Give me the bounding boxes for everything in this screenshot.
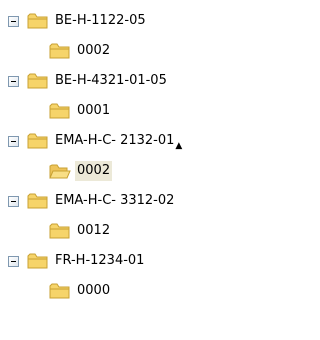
collapse-toggle-icon[interactable] xyxy=(8,75,19,87)
collapse-toggle-icon[interactable] xyxy=(8,195,19,207)
tree-child-0000[interactable]: 0000 xyxy=(49,276,112,306)
folder-open-icon xyxy=(49,164,71,179)
folder-icon xyxy=(27,133,48,149)
folder-icon xyxy=(49,103,70,119)
folder-icon xyxy=(27,253,48,269)
tree-node-label[interactable]: BE-H-4321-01-05 xyxy=(53,71,169,91)
folder-icon xyxy=(49,43,70,59)
tree-child-0002-selected[interactable]: 0002 xyxy=(49,156,113,186)
tree-node-label[interactable]: FR-H-1234-01 xyxy=(53,251,146,271)
collapse-toggle-icon[interactable] xyxy=(8,255,19,267)
tree-node-label[interactable]: EMA-H-C- 2132-01 xyxy=(53,131,176,151)
tree-node-be-h-1122-05[interactable]: BE-H-1122-05 xyxy=(8,6,148,36)
tree-child-0002[interactable]: 0002 xyxy=(49,36,112,66)
tree-node-ema-h-c-2132-01[interactable]: EMA-H-C- 2132-01 ▲ xyxy=(8,126,182,156)
folder-icon xyxy=(27,193,48,209)
tree-child-0012[interactable]: 0012 xyxy=(49,216,112,246)
collapse-toggle-icon[interactable] xyxy=(8,15,19,27)
tree-node-fr-h-1234-01[interactable]: FR-H-1234-01 xyxy=(8,246,146,276)
tree-child-label[interactable]: 0000 xyxy=(75,281,112,301)
folder-icon xyxy=(27,73,48,89)
tree-child-label[interactable]: 0001 xyxy=(75,101,112,121)
tree-child-label-selected[interactable]: 0002 xyxy=(75,161,113,181)
folder-icon xyxy=(49,283,70,299)
folder-tree: BE-H-1122-05 0002 BE-H-4321-01-05 0001 E… xyxy=(0,0,265,340)
tree-child-label[interactable]: 0012 xyxy=(75,221,112,241)
tree-node-ema-h-c-3312-02[interactable]: EMA-H-C- 3312-02 xyxy=(8,186,176,216)
collapse-toggle-icon[interactable] xyxy=(8,135,19,147)
mouse-pointer-icon: ▲ xyxy=(175,140,183,151)
tree-node-be-h-4321-01-05[interactable]: BE-H-4321-01-05 xyxy=(8,66,169,96)
tree-node-label[interactable]: EMA-H-C- 3312-02 xyxy=(53,191,176,211)
tree-child-label[interactable]: 0002 xyxy=(75,41,112,61)
tree-child-0001[interactable]: 0001 xyxy=(49,96,112,126)
tree-node-label[interactable]: BE-H-1122-05 xyxy=(53,11,148,31)
folder-icon xyxy=(49,223,70,239)
folder-icon xyxy=(27,13,48,29)
